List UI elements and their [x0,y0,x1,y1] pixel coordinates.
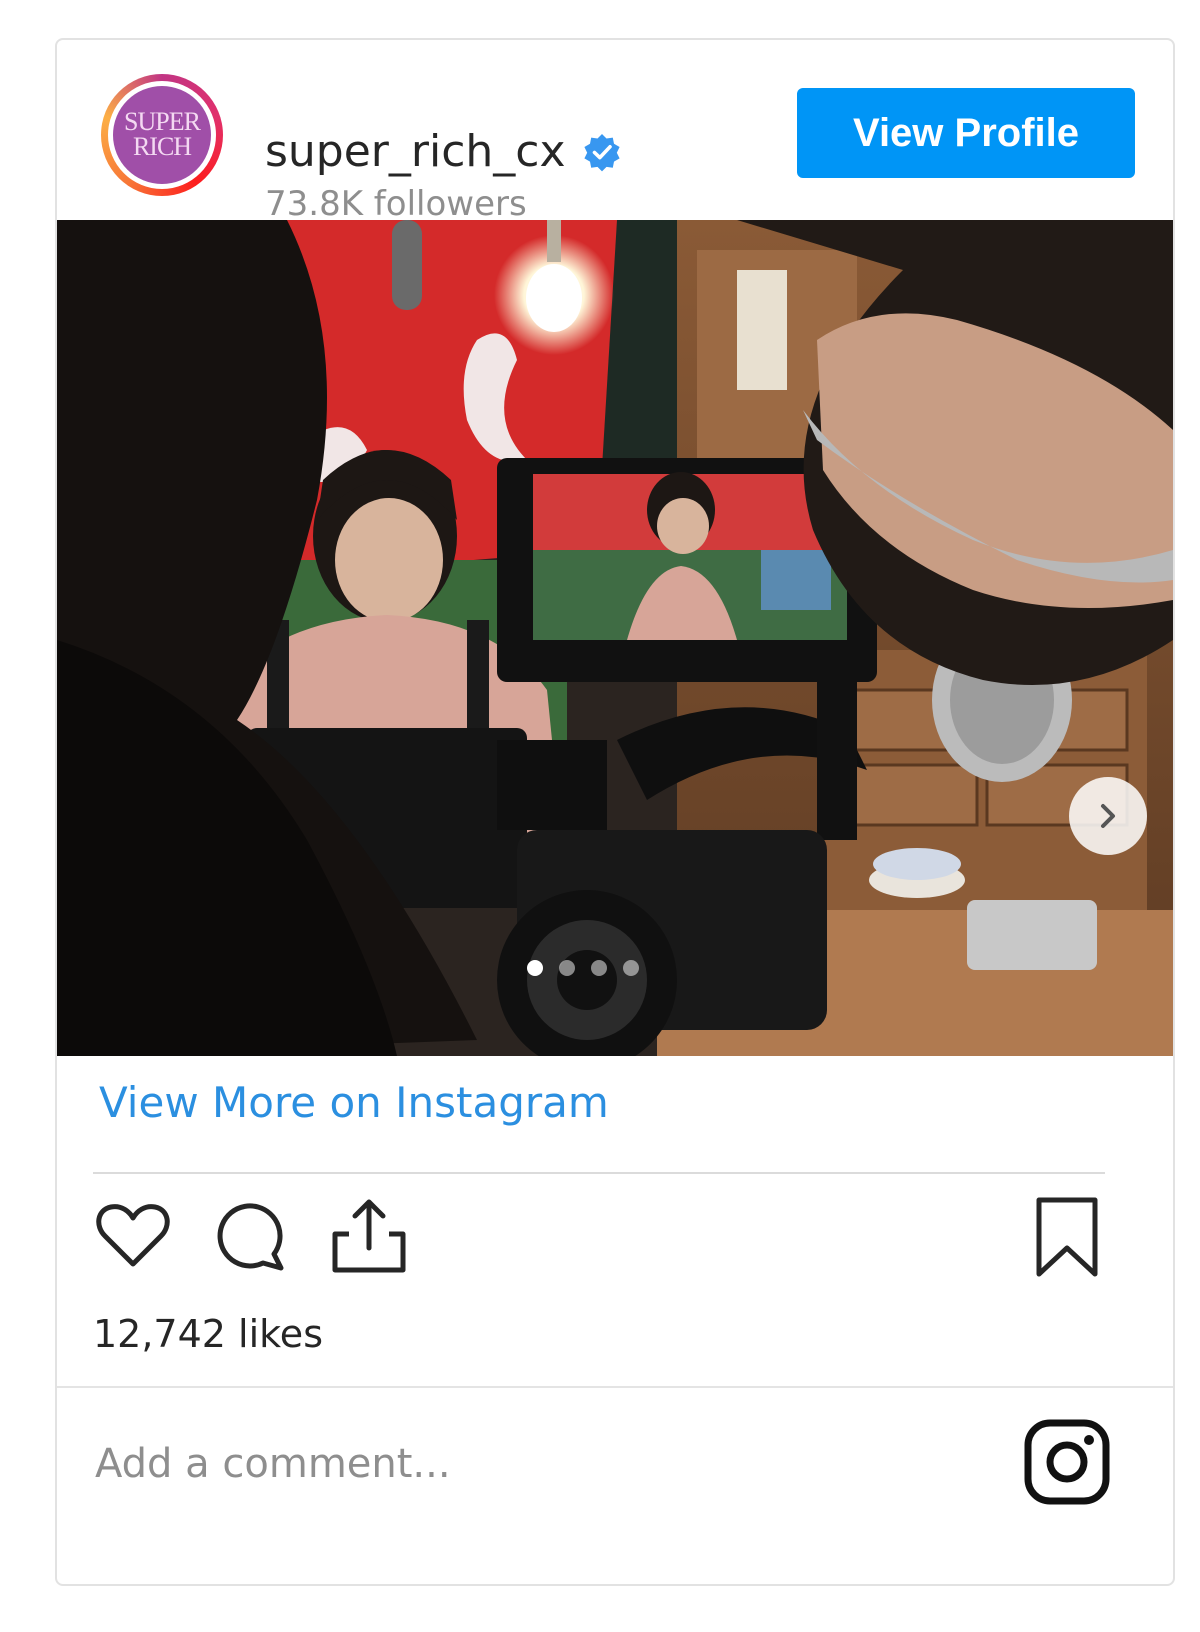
instagram-icon[interactable] [1023,1418,1111,1506]
username-row: super_rich_cx [265,126,622,177]
carousel-indicator [527,960,655,976]
like-count: 12,742 likes [93,1312,323,1356]
heart-icon[interactable] [93,1196,173,1276]
carousel-dot [527,960,543,976]
divider [93,1172,1105,1174]
carousel-dot [559,960,575,976]
comment-input[interactable] [93,1428,977,1500]
post-header: SUPER RICH super_rich_cx 73.8K followers… [57,40,1173,230]
avatar-logo-line2: RICH [132,132,192,161]
divider [57,1386,1173,1388]
carousel-dot [623,960,639,976]
view-more-link[interactable]: View More on Instagram [99,1078,609,1127]
avatar-frame: SUPER RICH [108,81,216,189]
view-profile-button[interactable]: View Profile [797,88,1135,178]
instagram-embed-card: SUPER RICH super_rich_cx 73.8K followers… [55,38,1175,1586]
action-bar [93,1196,1105,1286]
post-image[interactable] [57,220,1173,1056]
comment-icon[interactable] [211,1196,291,1276]
avatar[interactable]: SUPER RICH [101,74,223,196]
share-icon[interactable] [329,1196,409,1276]
username[interactable]: super_rich_cx [265,126,566,177]
chevron-right-icon [1101,804,1115,828]
avatar-logo: SUPER RICH [113,86,211,184]
verified-badge-icon [583,133,620,171]
follower-count: 73.8K followers [265,184,527,224]
carousel-dot [591,960,607,976]
photo-illustration [57,220,1173,1056]
next-image-button[interactable] [1069,777,1147,855]
bookmark-icon[interactable] [1027,1196,1107,1280]
